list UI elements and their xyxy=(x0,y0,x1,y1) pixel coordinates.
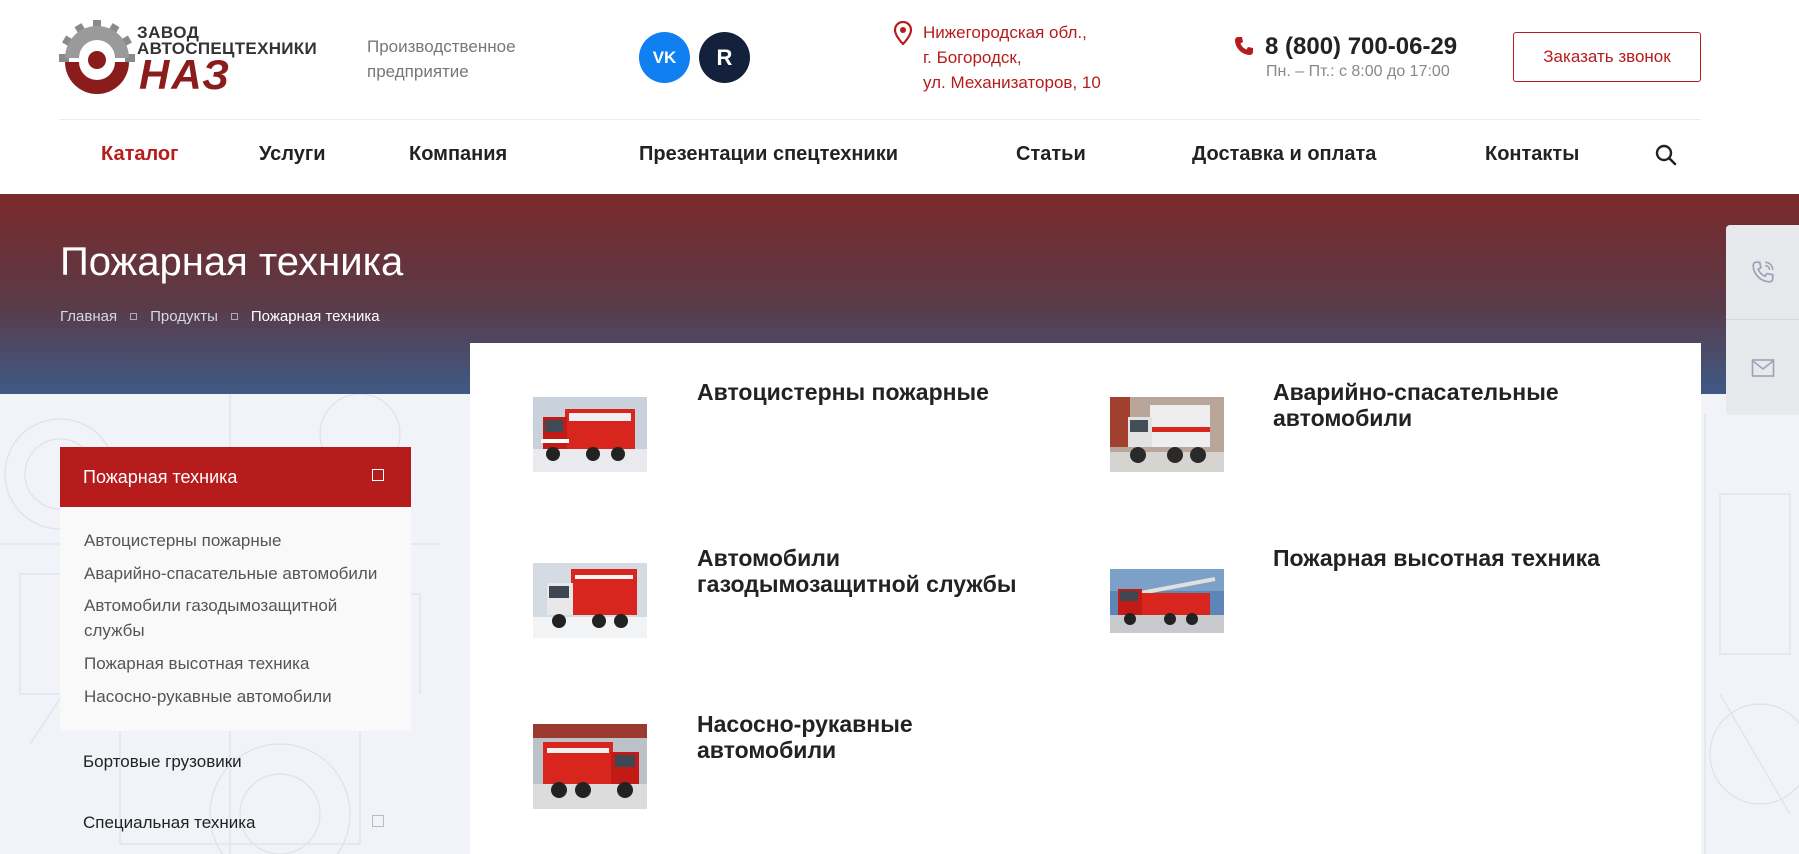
nav-item-company[interactable]: Компания xyxy=(409,143,507,166)
expand-toggle-icon[interactable] xyxy=(372,815,384,827)
sidebar-item-label: Пожарная техника xyxy=(83,466,238,487)
location-pin-icon xyxy=(893,21,913,45)
sidebar-subitem[interactable]: Насосно-рукавные автомобили xyxy=(84,684,384,709)
phone-call-icon xyxy=(1751,261,1774,283)
sidebar-subitem[interactable]: Аварийно-спасательные автомобили xyxy=(84,561,384,586)
product-card-title[interactable]: Пожарная высотная техника xyxy=(1273,545,1633,571)
sidebar-subitem[interactable]: Автомобили газодымозащитной службы xyxy=(84,593,384,643)
working-hours: Пн. – Пт.: с 8:00 до 17:00 xyxy=(1266,63,1450,80)
header-divider xyxy=(59,119,1701,120)
address-line: Нижегородская обл., xyxy=(923,23,1087,42)
nav-item-presentations[interactable]: Презентации спецтехники xyxy=(639,143,898,166)
sidebar-submenu: Автоцистерны пожарные Аварийно-спасатель… xyxy=(60,507,411,731)
breadcrumb-separator xyxy=(230,313,238,320)
vk-icon: VK xyxy=(652,47,677,67)
breadcrumb-current: Пожарная техника xyxy=(250,308,380,325)
sidebar-item-flatbed-trucks[interactable]: Бортовые грузовики xyxy=(83,752,242,772)
sidebar-item-label: Бортовые грузовики xyxy=(83,752,242,771)
logo-text-naz: НАЗ xyxy=(139,51,232,98)
nav-item-catalog[interactable]: Каталог xyxy=(101,143,178,166)
product-grid: Автоцистерны пожарные Аварийно-спасатель… xyxy=(470,343,1701,854)
phone-icon xyxy=(1235,37,1253,55)
breadcrumb-home[interactable]: Главная xyxy=(60,308,117,325)
sidebar-item-special-equipment[interactable]: Специальная техника xyxy=(83,813,384,833)
sidebar-item-label: Специальная техника xyxy=(83,813,256,832)
address-line: ул. Механизаторов, 10 xyxy=(923,73,1101,92)
address-line: г. Богородск, xyxy=(923,48,1022,67)
product-card-title[interactable]: Насосно-рукавные автомобили xyxy=(697,711,1057,763)
rutube-link[interactable]: R xyxy=(699,32,750,83)
collapse-toggle-icon[interactable] xyxy=(372,469,384,481)
product-card-title[interactable]: Аварийно-спасательные автомобили xyxy=(1273,379,1633,431)
vk-link[interactable]: VK xyxy=(639,32,690,83)
company-tagline: Производственное предприятие xyxy=(367,37,516,81)
nav-item-articles[interactable]: Статьи xyxy=(1016,143,1086,166)
callback-widget[interactable] xyxy=(1726,225,1799,320)
search-icon[interactable] xyxy=(1655,144,1677,166)
fire-tanker-truck-photo[interactable] xyxy=(533,397,647,472)
nav-item-contacts[interactable]: Контакты xyxy=(1485,143,1579,166)
pump-hose-truck-photo[interactable] xyxy=(533,724,647,809)
company-logo[interactable]: ЗАВОД АВТОСПЕЦТЕХНИКИ НАЗ xyxy=(59,20,317,98)
gear-logo-icon xyxy=(59,20,135,94)
phone-number-link[interactable]: 8 (800) 700-06-29 xyxy=(1265,33,1457,61)
product-card-title[interactable]: Автоцистерны пожарные xyxy=(697,379,1057,405)
rescue-truck-photo[interactable] xyxy=(1110,397,1224,472)
breadcrumb: Главная Продукты Пожарная техника xyxy=(60,308,380,325)
page-title: Пожарная техника xyxy=(60,240,404,284)
aerial-ladder-truck-photo[interactable] xyxy=(1110,569,1224,633)
nav-item-services[interactable]: Услуги xyxy=(259,143,326,166)
sidebar-item-fire-equipment[interactable]: Пожарная техника xyxy=(60,447,411,507)
breadcrumb-products[interactable]: Продукты xyxy=(150,308,218,325)
rutube-icon: R xyxy=(716,44,733,70)
callback-button[interactable]: Заказать звонок xyxy=(1513,32,1701,82)
company-address[interactable]: Нижегородская обл., г. Богородск, ул. Ме… xyxy=(923,20,1101,95)
site-header: ЗАВОД АВТОСПЕЦТЕХНИКИ НАЗ Производственн… xyxy=(0,0,1799,194)
email-widget[interactable] xyxy=(1726,320,1799,415)
gas-smoke-protection-truck-photo[interactable] xyxy=(533,563,647,638)
nav-item-delivery[interactable]: Доставка и оплата xyxy=(1192,143,1376,166)
product-card-title[interactable]: Автомобили газодымозащитной службы xyxy=(697,545,1057,597)
sidebar-subitem[interactable]: Автоцистерны пожарные xyxy=(84,528,384,553)
sidebar-subitem[interactable]: Пожарная высотная техника xyxy=(84,651,384,676)
breadcrumb-separator xyxy=(130,313,138,320)
mail-icon xyxy=(1751,358,1774,377)
